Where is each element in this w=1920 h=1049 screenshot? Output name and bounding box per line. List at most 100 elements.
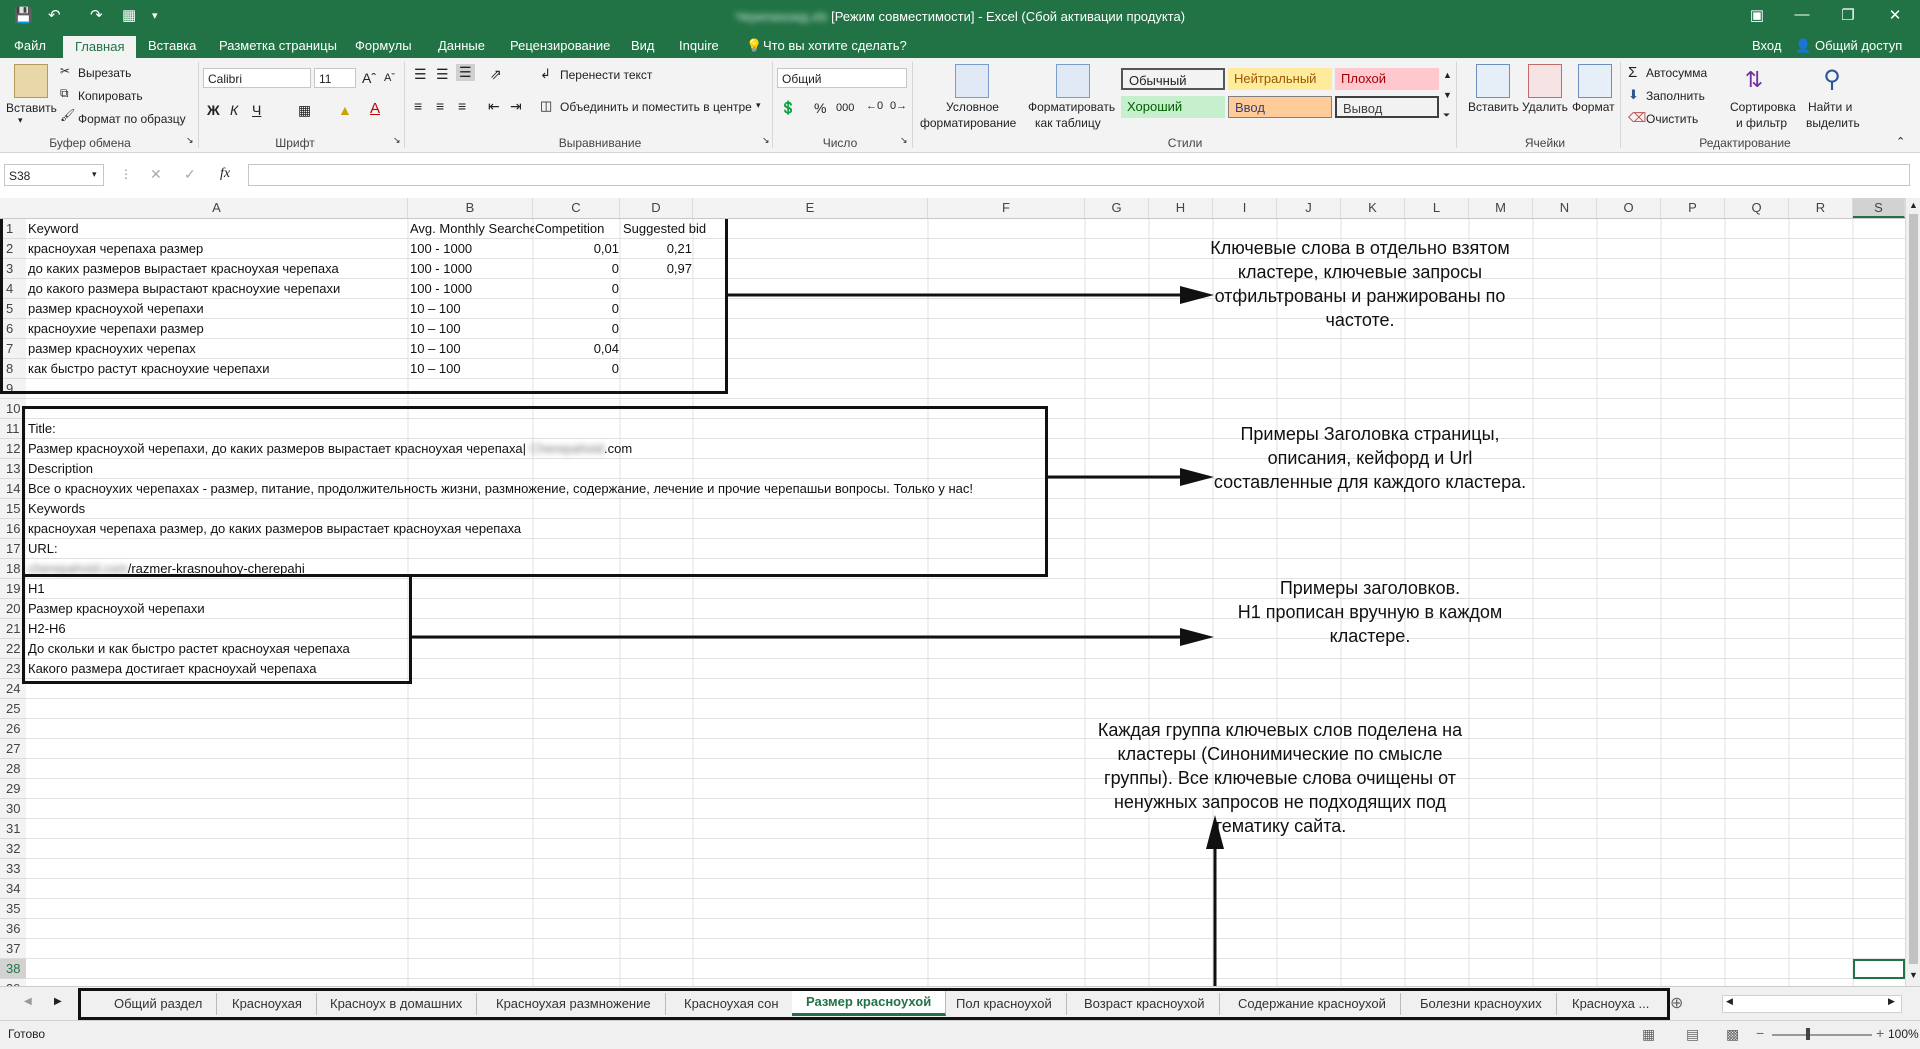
maximize-icon[interactable]: ❐ bbox=[1833, 6, 1863, 24]
cut-button[interactable]: Вырезать bbox=[78, 66, 131, 80]
merge-center-button[interactable]: Объединить и поместить в центре bbox=[560, 100, 752, 114]
column-header[interactable]: D bbox=[620, 198, 693, 218]
column-header[interactable]: N bbox=[1533, 198, 1597, 218]
align-left-icon[interactable]: ≡ bbox=[414, 98, 422, 114]
page-layout-view-icon[interactable]: ▤ bbox=[1686, 1026, 1699, 1043]
minimize-icon[interactable]: — bbox=[1787, 6, 1817, 23]
next-sheet-icon[interactable]: ▶ bbox=[54, 996, 62, 1007]
column-header[interactable]: B bbox=[408, 198, 533, 218]
tab-data[interactable]: Данные bbox=[438, 38, 485, 53]
column-header[interactable]: J bbox=[1277, 198, 1341, 218]
sort-filter-label1[interactable]: Сортировка bbox=[1730, 100, 1796, 114]
tab-review[interactable]: Рецензирование bbox=[510, 38, 610, 53]
sheet-tab-active[interactable]: Размер красноухой bbox=[792, 991, 947, 1016]
column-header[interactable]: K bbox=[1341, 198, 1405, 218]
font-size-select[interactable]: 11 bbox=[314, 68, 356, 88]
decrease-decimal-icon[interactable]: 0→ bbox=[890, 100, 907, 112]
zoom-level[interactable]: 100% bbox=[1888, 1027, 1919, 1041]
wrap-text-button[interactable]: Перенести текст bbox=[560, 68, 652, 82]
zoom-in-icon[interactable]: + bbox=[1876, 1025, 1884, 1041]
column-header-active[interactable]: S bbox=[1853, 198, 1905, 218]
sheet-tab[interactable]: Пол красноухой bbox=[942, 993, 1067, 1015]
tab-inquire[interactable]: Inquire bbox=[679, 38, 719, 53]
format-painter-button[interactable]: Формат по образцу bbox=[78, 112, 186, 126]
format-as-table-button[interactable]: как таблицу bbox=[1035, 116, 1101, 130]
zoom-slider[interactable] bbox=[1772, 1034, 1872, 1036]
decrease-indent-icon[interactable]: ⇤ bbox=[488, 98, 500, 115]
column-header[interactable]: A bbox=[26, 198, 408, 218]
shrink-font-icon[interactable]: Aˇ bbox=[384, 72, 395, 84]
style-bad[interactable]: Плохой bbox=[1335, 68, 1439, 90]
horizontal-scrollbar[interactable] bbox=[1722, 995, 1902, 1013]
tab-page-layout[interactable]: Разметка страницы bbox=[219, 38, 337, 53]
conditional-format-label1[interactable]: Условное bbox=[946, 100, 999, 114]
styles-scroll-up-icon[interactable]: ▲ bbox=[1443, 70, 1452, 80]
tab-insert[interactable]: Вставка bbox=[148, 38, 196, 53]
sheet-tab[interactable]: Красноуха ... bbox=[1558, 993, 1663, 1015]
paste-icon[interactable] bbox=[14, 64, 48, 98]
sheet-tab[interactable]: Красноух в домашних bbox=[316, 993, 478, 1015]
increase-indent-icon[interactable]: ⇥ bbox=[510, 98, 522, 115]
scroll-up-icon[interactable]: ▲ bbox=[1909, 200, 1918, 210]
name-box-dropdown-icon[interactable]: ▾ bbox=[92, 169, 97, 180]
find-label1[interactable]: Найти и bbox=[1808, 100, 1852, 114]
grow-font-icon[interactable]: Aˆ bbox=[362, 70, 376, 86]
font-name-select[interactable]: Calibri bbox=[203, 68, 311, 88]
find-select-button[interactable]: выделить bbox=[1806, 116, 1860, 130]
sheet-tab[interactable]: Возраст красноухой bbox=[1070, 993, 1220, 1015]
vertical-scrollbar[interactable]: ▲ ▼ bbox=[1905, 198, 1920, 986]
collapse-ribbon-icon[interactable]: ⌃ bbox=[1896, 135, 1905, 148]
borders-icon[interactable]: ▦ bbox=[298, 102, 311, 119]
style-output[interactable]: Вывод bbox=[1335, 96, 1439, 118]
tab-file[interactable]: Файл bbox=[14, 38, 46, 53]
column-header[interactable]: M bbox=[1469, 198, 1533, 218]
column-header[interactable]: C bbox=[533, 198, 620, 218]
scroll-thumb[interactable] bbox=[1909, 214, 1918, 964]
paste-button[interactable]: Вставить bbox=[6, 101, 57, 115]
delete-cells-button[interactable]: Удалить bbox=[1522, 100, 1568, 114]
sheet-tab[interactable]: Общий раздел bbox=[100, 993, 218, 1015]
style-input[interactable]: Ввод bbox=[1228, 96, 1332, 118]
clipboard-launcher-icon[interactable]: ↘ bbox=[186, 135, 194, 146]
tab-formulas[interactable]: Формулы bbox=[355, 38, 412, 53]
sheet-tab[interactable]: Красноухая размножение bbox=[482, 993, 666, 1015]
style-neutral[interactable]: Нейтральный bbox=[1228, 68, 1332, 90]
column-header[interactable]: R bbox=[1789, 198, 1853, 218]
align-right-icon[interactable]: ≡ bbox=[458, 98, 466, 114]
align-top-icon[interactable]: ☰ bbox=[414, 66, 427, 83]
column-header[interactable]: F bbox=[928, 198, 1085, 218]
bold-button[interactable]: Ж bbox=[207, 102, 220, 118]
tab-view[interactable]: Вид bbox=[631, 38, 655, 53]
sheet-tab[interactable]: Красноухая bbox=[218, 993, 317, 1015]
italic-button[interactable]: К bbox=[230, 102, 238, 118]
alignment-launcher-icon[interactable]: ↘ bbox=[762, 135, 770, 146]
close-icon[interactable]: ✕ bbox=[1880, 6, 1910, 24]
column-header[interactable]: L bbox=[1405, 198, 1469, 218]
autosum-button[interactable]: Автосумма bbox=[1646, 66, 1707, 80]
ribbon-display-icon[interactable]: ▣ bbox=[1742, 6, 1772, 24]
style-good[interactable]: Хороший bbox=[1121, 96, 1225, 118]
zoom-out-icon[interactable]: − bbox=[1756, 1025, 1764, 1041]
column-header[interactable]: H bbox=[1149, 198, 1213, 218]
zoom-slider-thumb[interactable] bbox=[1806, 1028, 1810, 1040]
format-cells-button[interactable]: Формат bbox=[1572, 100, 1615, 114]
fill-button[interactable]: Заполнить bbox=[1646, 89, 1705, 103]
scroll-right-icon[interactable]: ▶ bbox=[1888, 996, 1895, 1007]
column-header[interactable]: I bbox=[1213, 198, 1277, 218]
insert-cells-button[interactable]: Вставить bbox=[1468, 100, 1519, 114]
number-launcher-icon[interactable]: ↘ bbox=[900, 135, 908, 146]
sheet-tab[interactable]: Болезни красноухих bbox=[1406, 993, 1557, 1015]
insert-function-button[interactable]: fx bbox=[220, 166, 230, 182]
align-center-icon[interactable]: ≡ bbox=[436, 98, 444, 114]
cancel-icon[interactable]: ✕ bbox=[150, 166, 162, 183]
align-middle-icon[interactable]: ☰ bbox=[436, 66, 449, 83]
copy-button[interactable]: Копировать bbox=[78, 89, 143, 103]
styles-scroll-down-icon[interactable]: ▼ bbox=[1443, 90, 1452, 100]
font-launcher-icon[interactable]: ↘ bbox=[393, 135, 401, 146]
tab-home[interactable]: Главная bbox=[63, 36, 137, 59]
comma-style-icon[interactable]: 000 bbox=[836, 102, 854, 114]
column-header[interactable]: P bbox=[1661, 198, 1725, 218]
page-break-view-icon[interactable]: ▩ bbox=[1726, 1026, 1739, 1043]
share-button[interactable]: Общий доступ bbox=[1815, 38, 1902, 53]
prev-sheet-icon[interactable]: ◀ bbox=[24, 996, 32, 1007]
